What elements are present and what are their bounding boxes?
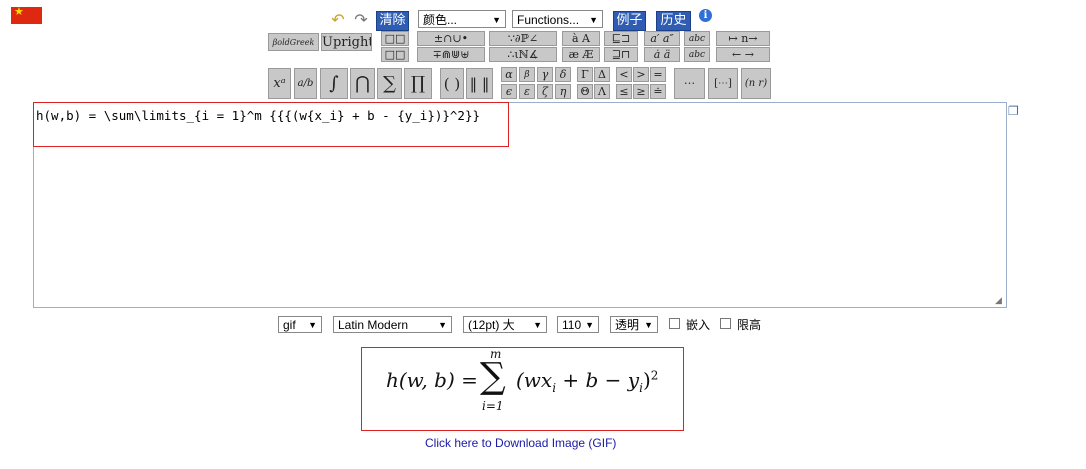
- embed-checkbox[interactable]: [669, 318, 680, 329]
- bigcap-button[interactable]: ⋂: [350, 68, 375, 99]
- greek-alpha[interactable]: α: [501, 67, 517, 82]
- format-select-value: gif: [283, 318, 296, 332]
- palette-subsets-1[interactable]: ⊑⊐: [604, 31, 638, 46]
- equals-button[interactable]: =: [650, 67, 666, 82]
- geq-button[interactable]: ≥: [633, 84, 649, 99]
- limit-height-label: 限高: [737, 318, 762, 332]
- binomial-button[interactable]: (n r): [741, 68, 771, 99]
- background-select[interactable]: 透明 ▼: [610, 316, 658, 333]
- palette-subsets-2[interactable]: ⊒⊓: [604, 47, 638, 62]
- rendered-formula: h(w, b) = m ∑ i=1 (wxi + b − yi)2: [386, 347, 666, 428]
- palette-operators-1[interactable]: ±∩∪•: [417, 31, 485, 46]
- chevron-down-icon: ▼: [533, 320, 542, 330]
- chevron-down-icon: ▼: [589, 15, 598, 25]
- greek-lambda-upper[interactable]: Λ: [594, 84, 610, 99]
- clear-button[interactable]: 清除: [376, 11, 409, 31]
- palette-arrows-1[interactable]: ↦ n→: [716, 31, 770, 46]
- sum-button[interactable]: ∑: [377, 68, 402, 99]
- formula-lhs: h(w, b) =: [386, 368, 478, 392]
- history-button[interactable]: 历史: [656, 11, 691, 31]
- info-icon[interactable]: i: [699, 9, 712, 22]
- palette-accents-1[interactable]: à A: [562, 31, 600, 46]
- limit-height-checkbox[interactable]: [720, 318, 731, 329]
- functions-select-value: Functions...: [517, 13, 580, 27]
- formula-body-part2: + b − y: [556, 368, 640, 392]
- integral-button[interactable]: ∫: [320, 68, 348, 99]
- background-select-value: 透明: [615, 318, 640, 332]
- chevron-down-icon: ▼: [308, 320, 317, 330]
- formula-body: (wxi + b − yi)2: [516, 368, 658, 395]
- boldgreek-button[interactable]: βoldGreek: [268, 33, 319, 51]
- chevron-down-icon: ▼: [438, 320, 447, 330]
- product-button[interactable]: ∏: [404, 68, 432, 99]
- formula-body-part1: (wx: [516, 368, 553, 392]
- highlight-box-input: [33, 102, 509, 147]
- copy-icon[interactable]: ❐: [1008, 104, 1020, 118]
- formula-sum-lower: i=1: [482, 399, 504, 413]
- greek-beta[interactable]: β: [519, 67, 535, 82]
- doteq-button[interactable]: ≐: [650, 84, 666, 99]
- examples-button[interactable]: 例子: [613, 11, 646, 31]
- format-select[interactable]: gif ▼: [278, 316, 322, 333]
- less-than-button[interactable]: <: [616, 67, 632, 82]
- greek-eta[interactable]: η: [555, 84, 571, 99]
- color-select[interactable]: 颜色... ▼: [418, 10, 506, 28]
- greek-theta-upper[interactable]: Θ: [577, 84, 593, 99]
- greek-gamma-upper[interactable]: Γ: [577, 67, 593, 82]
- greek-gamma[interactable]: γ: [537, 67, 553, 82]
- download-link[interactable]: Click here to Download Image (GIF): [425, 436, 616, 450]
- palette-logic-1[interactable]: ∵∂ℙ∠: [489, 31, 557, 46]
- undo-icon[interactable]: ↶: [328, 11, 348, 29]
- size-select-value: (12pt) 大: [468, 318, 515, 332]
- dpi-select[interactable]: 110 ▼: [557, 316, 599, 333]
- leq-button[interactable]: ≤: [616, 84, 632, 99]
- resize-handle-icon[interactable]: ◢: [995, 296, 1005, 306]
- greek-epsilon[interactable]: ϵ: [501, 84, 517, 99]
- palette-arrows-2[interactable]: ← →: [716, 47, 770, 62]
- greater-than-button[interactable]: >: [633, 67, 649, 82]
- formula-exponent: 2: [650, 368, 659, 383]
- matrix-button[interactable]: [⋯]: [708, 68, 738, 99]
- palette-boxes-2[interactable]: □□: [381, 47, 409, 62]
- greek-zeta[interactable]: ζ: [537, 84, 553, 99]
- palette-overbrace[interactable]: abc: [684, 31, 710, 46]
- font-select-value: Latin Modern: [338, 318, 409, 332]
- formula-sum-sign: ∑: [480, 356, 506, 397]
- palette-logic-2[interactable]: ∴ιℕ∡: [489, 47, 557, 62]
- greek-delta-upper[interactable]: Δ: [594, 67, 610, 82]
- upright-button[interactable]: Upright: [321, 33, 372, 51]
- parentheses-button[interactable]: ( ): [440, 68, 464, 99]
- palette-operators-2[interactable]: ∓⋒⋓⊎: [417, 47, 485, 62]
- embed-label: 嵌入: [686, 318, 711, 332]
- ellipsis-button[interactable]: ⋅⋅⋅: [674, 68, 705, 99]
- chevron-down-icon: ▼: [644, 320, 653, 330]
- palette-dots[interactable]: ȧ ä: [644, 47, 680, 62]
- chevron-down-icon: ▼: [492, 15, 501, 25]
- greek-delta[interactable]: δ: [555, 67, 571, 82]
- palette-boxes-1[interactable]: □□: [381, 31, 409, 46]
- redo-icon[interactable]: ↷: [351, 11, 371, 29]
- norm-button[interactable]: ‖ ‖: [466, 68, 493, 99]
- greek-varepsilon[interactable]: ε: [519, 84, 535, 99]
- formula-close-paren: ): [642, 368, 651, 392]
- palette-widehat[interactable]: abc: [684, 47, 710, 62]
- fraction-button[interactable]: a/b: [294, 68, 317, 99]
- size-select[interactable]: (12pt) 大 ▼: [463, 316, 547, 333]
- chevron-down-icon: ▼: [585, 320, 594, 330]
- superscript-button[interactable]: xᵃ: [268, 68, 291, 99]
- palette-primes[interactable]: a′ a″: [644, 31, 680, 46]
- china-flag-icon[interactable]: ★: [11, 5, 42, 24]
- palette-accents-2[interactable]: æ Æ: [562, 47, 600, 62]
- font-select[interactable]: Latin Modern ▼: [333, 316, 452, 333]
- dpi-select-value: 110: [562, 318, 582, 332]
- functions-select[interactable]: Functions... ▼: [512, 10, 603, 28]
- color-select-value: 颜色...: [423, 13, 458, 27]
